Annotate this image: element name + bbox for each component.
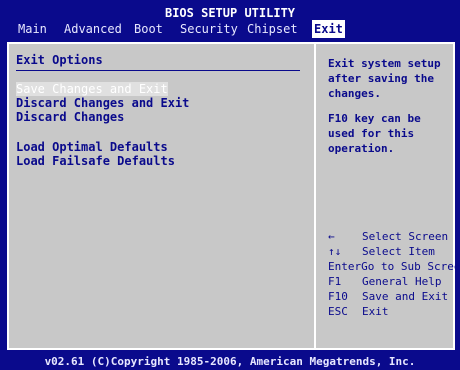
key-desc: General Help — [362, 275, 442, 288]
option-save-changes-and-exit[interactable]: Save Changes and Exit — [16, 82, 168, 96]
key-desc: Select Screen — [362, 230, 449, 243]
key-row: ESC Exit — [328, 304, 453, 319]
key-f1: F1 — [328, 275, 342, 288]
key-f10: F10 — [328, 290, 348, 303]
option-discard-changes[interactable]: Discard Changes — [16, 110, 124, 124]
tab-security[interactable]: Security — [180, 20, 238, 38]
section-title: Exit Options — [16, 53, 103, 67]
tab-main[interactable]: Main — [18, 20, 47, 38]
help-text-2: F10 key can be used for this operation. — [328, 112, 421, 155]
help-pane: Exit system setup after saving the chang… — [328, 56, 450, 166]
key-row: F1 General Help — [328, 274, 453, 289]
options-pane: Exit Options — [16, 52, 306, 68]
tab-exit[interactable]: Exit — [312, 20, 345, 38]
key-desc: Exit — [362, 305, 389, 318]
tab-chipset[interactable]: Chipset — [247, 20, 298, 38]
key-enter: Enter — [328, 260, 362, 273]
key-esc: ESC — [328, 305, 348, 318]
option-load-optimal-defaults[interactable]: Load Optimal Defaults — [16, 140, 168, 154]
key-up-down-arrows: ↑↓ — [328, 245, 342, 258]
key-desc: Go to Sub Screen — [361, 260, 460, 273]
key-desc: Save and Exit — [362, 290, 449, 303]
key-row: ↑↓ Select Item — [328, 244, 453, 259]
tab-boot[interactable]: Boot — [134, 20, 163, 38]
section-rule — [16, 70, 300, 71]
panel-divider — [314, 42, 316, 350]
app-title: BIOS SETUP UTILITY — [164, 6, 296, 20]
copyright-footer: v02.61 (C)Copyright 1985-2006, American … — [44, 355, 416, 368]
key-legend: ← Select Screen ↑↓ Select Item Enter Go to … — [328, 229, 460, 319]
menu-bar: Main Advanced Boot Security Chipset Exit — [0, 20, 460, 38]
key-row: F10 Save and Exit — [328, 289, 453, 304]
key-desc: Select Item — [362, 245, 435, 258]
key-left-arrow: ← — [328, 230, 335, 243]
key-row: ← Select Screen — [328, 229, 453, 244]
option-load-failsafe-defaults[interactable]: Load Failsafe Defaults — [16, 154, 175, 168]
tab-advanced[interactable]: Advanced — [64, 20, 122, 38]
option-discard-changes-and-exit[interactable]: Discard Changes and Exit — [16, 96, 189, 110]
key-row: Enter Go to Sub Screen — [328, 259, 460, 274]
help-text-1: Exit system setup after saving the chang… — [328, 57, 441, 100]
